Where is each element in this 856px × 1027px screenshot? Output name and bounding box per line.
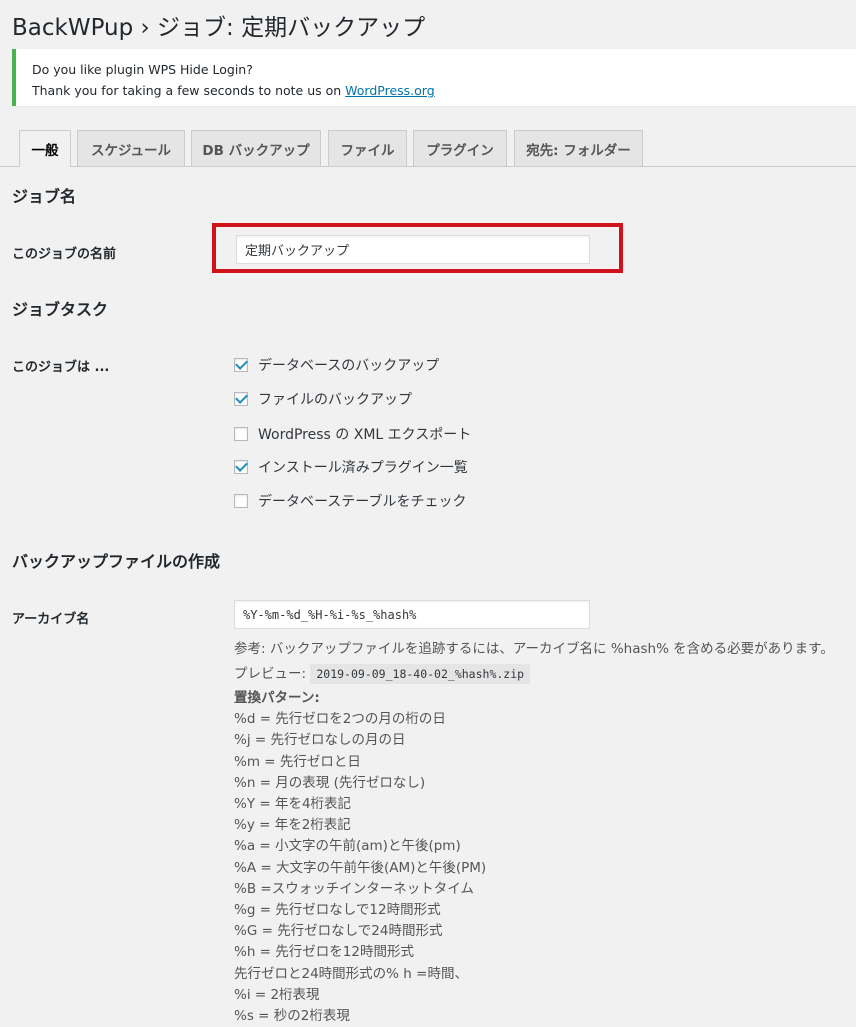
- tab-schedule[interactable]: スケジュール: [77, 130, 185, 166]
- job-name-heading: ジョブ名: [12, 187, 77, 206]
- task-label: インストール済みプラグイン一覧: [258, 460, 468, 476]
- check-icon: [235, 459, 248, 472]
- patterns-heading: 置換パターン:: [234, 690, 320, 706]
- archive-name-input[interactable]: %Y-%m-%d_%H-%i-%s_%hash%: [234, 600, 590, 629]
- tab-db-backup[interactable]: DB バックアップ: [191, 130, 321, 166]
- preview-value: 2019-09-09_18-40-02_%hash%.zip: [310, 664, 531, 684]
- checkbox-check-db-tables[interactable]: [234, 494, 248, 508]
- job-name-label: このジョブの名前: [12, 247, 117, 262]
- notice-line-2: Thank you for taking a few seconds to no…: [32, 80, 856, 101]
- archive-name-label: アーカイブ名: [12, 612, 90, 627]
- archive-hash-note: 参考: バックアップファイルを追跡するには、アーカイブ名に %hash% を含め…: [234, 641, 834, 657]
- pattern-item: %B =スウォッチインターネットタイム: [234, 880, 474, 897]
- task-label: ファイルのバックアップ: [258, 392, 412, 408]
- preview-label: プレビュー:: [234, 666, 307, 682]
- notice-line-2-text: Thank you for taking a few seconds to no…: [32, 83, 346, 98]
- task-file-backup[interactable]: ファイルのバックアップ: [234, 389, 412, 409]
- tab-destination-folder[interactable]: 宛先: フォルダー: [514, 130, 643, 166]
- archive-heading: バックアップファイルの作成: [12, 552, 221, 571]
- replacement-patterns: 置換パターン: %d = 先行ゼロを2つの月の桁の日 %j = 先行ゼロなしの月…: [234, 688, 486, 1027]
- page-title: BackWPup › ジョブ: 定期バックアップ: [12, 15, 426, 41]
- job-tabs: 一般 スケジュール DB バックアップ ファイル プラグイン 宛先: フォルダー: [0, 130, 856, 167]
- pattern-item: %h = 先行ゼロを12時間形式: [234, 944, 414, 961]
- job-tasks-heading: ジョブタスク: [12, 300, 109, 319]
- checkbox-file-backup[interactable]: [234, 391, 248, 406]
- notice-line-1: Do you like plugin WPS Hide Login?: [32, 62, 253, 77]
- task-label: データベースのバックアップ: [258, 358, 440, 374]
- task-database-backup[interactable]: データベースのバックアップ: [234, 355, 439, 375]
- checkbox-plugin-list[interactable]: [234, 459, 248, 474]
- pattern-item: 先行ゼロと24時間形式の% h =時間、: [234, 965, 468, 982]
- task-label: WordPress の XML エクスポート: [258, 427, 472, 443]
- check-icon: [235, 357, 248, 370]
- task-xml-export[interactable]: WordPress の XML エクスポート: [234, 424, 471, 444]
- checkbox-xml-export[interactable]: [234, 427, 248, 441]
- pattern-item: %G = 先行ゼロなしで24時間形式: [234, 923, 443, 940]
- tab-plugins[interactable]: プラグイン: [413, 130, 507, 166]
- pattern-item: %n = 月の表現 (先行ゼロなし): [234, 774, 426, 791]
- task-plugin-list[interactable]: インストール済みプラグイン一覧: [234, 457, 468, 477]
- pattern-item: %g = 先行ゼロなしで12時間形式: [234, 902, 441, 919]
- pattern-item: %Y = 年を4桁表記: [234, 796, 352, 813]
- wordpress-org-link[interactable]: WordPress.org: [345, 83, 435, 98]
- pattern-item: %A = 大文字の午前午後(AM)と午後(PM): [234, 859, 487, 876]
- job-tasks-label: このジョブは ...: [12, 360, 110, 375]
- pattern-item: %j = 先行ゼロなしの月の日: [234, 732, 406, 749]
- plugin-notice: Do you like plugin WPS Hide Login? Thank…: [12, 49, 856, 106]
- pattern-item: %a = 小文字の午前(am)と午後(pm): [234, 838, 461, 855]
- pattern-item: %m = 先行ゼロと日: [234, 753, 361, 770]
- checkbox-database-backup[interactable]: [234, 357, 248, 372]
- pattern-item: %i = 2桁表現: [234, 986, 320, 1003]
- archive-preview: プレビュー: 2019-09-09_18-40-02_%hash%.zip: [234, 662, 531, 684]
- pattern-item: %d = 先行ゼロを2つの月の桁の日: [234, 711, 446, 728]
- task-check-db-tables[interactable]: データベーステーブルをチェック: [234, 491, 466, 511]
- pattern-item: %y = 年を2桁表記: [234, 817, 351, 834]
- tab-files[interactable]: ファイル: [328, 130, 407, 166]
- task-label: データベーステーブルをチェック: [258, 494, 467, 510]
- check-icon: [235, 391, 248, 404]
- highlight-annotation: [212, 223, 623, 273]
- tab-general[interactable]: 一般: [19, 130, 71, 167]
